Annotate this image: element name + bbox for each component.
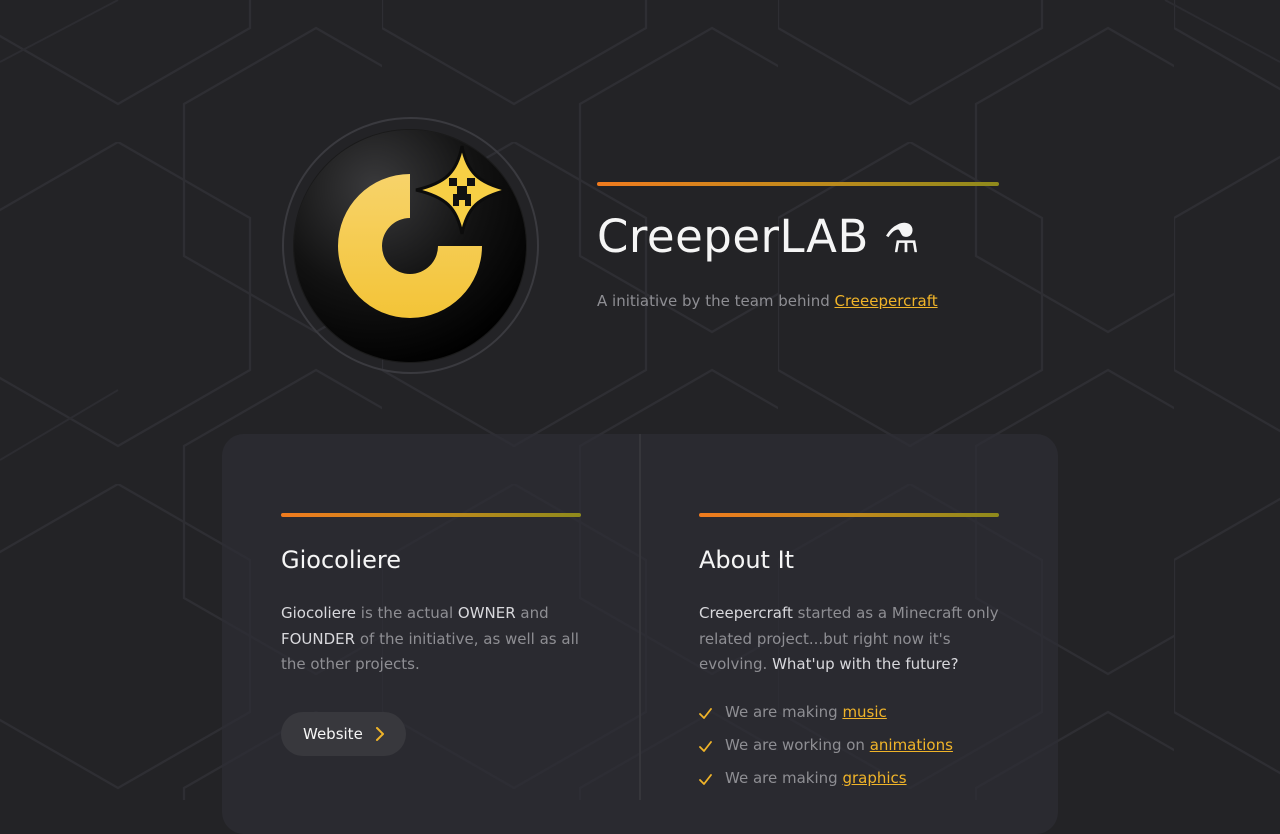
music-link[interactable]: music — [842, 703, 886, 721]
list-item-text: We are making — [725, 769, 843, 787]
about-description: Creepercraft started as a Minecraft only… — [699, 601, 999, 678]
list-item-text: We are making — [725, 703, 843, 721]
owner-accent-rule — [281, 513, 581, 517]
website-button[interactable]: Website — [281, 712, 406, 756]
check-icon — [699, 708, 712, 719]
title-text: CreeperLAB — [597, 210, 869, 263]
flask-icon: ⚗ — [883, 216, 920, 262]
list-item-text: We are working on — [725, 736, 870, 754]
about-accent-rule — [699, 513, 999, 517]
owner-text-part: OWNER — [457, 604, 516, 622]
about-title: About It — [699, 546, 795, 574]
check-icon — [699, 774, 712, 785]
graphics-link[interactable]: graphics — [842, 769, 906, 787]
landing-page: CreeperLAB ⚗ A initiative by the team be… — [0, 0, 1280, 834]
owner-text-part: FOUNDER — [281, 629, 356, 648]
subtitle-text: A initiative by the team behind — [597, 292, 835, 310]
card-divider — [639, 434, 641, 800]
hero-accent-rule — [597, 182, 999, 186]
animations-link[interactable]: animations — [870, 736, 953, 754]
creeepercraft-link[interactable]: Creeepercraft — [835, 292, 938, 310]
creeperlab-logo-icon — [294, 130, 526, 362]
owner-text-part: and — [515, 604, 549, 622]
about-text-part: Creepercraft — [699, 604, 793, 622]
owner-text-part: Giocoliere — [281, 604, 357, 622]
about-text-part: What'up with the future? — [772, 655, 959, 673]
page-subtitle: A initiative by the team behind Creeeper… — [597, 292, 938, 310]
owner-text-part: is the actual — [356, 604, 458, 622]
website-button-label: Website — [303, 725, 363, 743]
check-icon — [699, 741, 712, 752]
page-title: CreeperLAB ⚗ — [597, 210, 920, 263]
chevron-right-icon — [375, 727, 384, 741]
owner-title: Giocoliere — [281, 546, 402, 574]
owner-description: Giocoliere is the actual OWNER and FOUND… — [281, 601, 581, 678]
